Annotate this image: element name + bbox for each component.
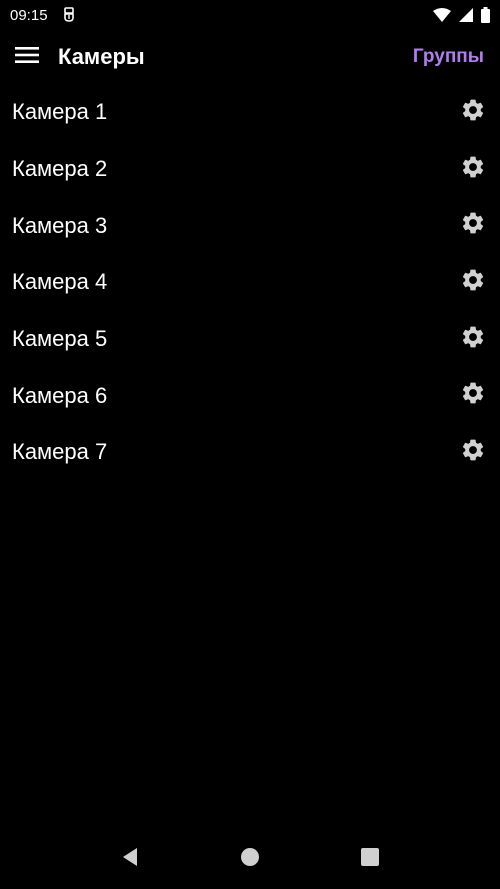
camera-settings-button[interactable] (460, 156, 486, 182)
camera-item[interactable]: Камера 4 (0, 254, 500, 311)
camera-item[interactable]: Камера 1 (0, 84, 500, 141)
camera-item[interactable]: Камера 7 (0, 424, 500, 481)
camera-label: Камера 1 (12, 99, 108, 125)
gear-icon (460, 154, 486, 185)
recents-icon (361, 847, 379, 871)
camera-settings-button[interactable] (460, 269, 486, 295)
status-time: 09:15 (10, 6, 48, 24)
wifi-icon (433, 8, 451, 22)
recents-button[interactable] (350, 839, 390, 879)
camera-label: Камера 7 (12, 439, 108, 465)
status-bar: 09:15 (0, 0, 500, 30)
page-title: Камеры (58, 44, 145, 69)
usb-debug-icon (62, 7, 76, 23)
camera-settings-button[interactable] (460, 380, 486, 411)
camera-settings-button[interactable] (460, 99, 486, 125)
hamburger-menu-icon (15, 46, 39, 69)
camera-label: Камера 6 (12, 382, 108, 408)
navigation-bar (0, 829, 500, 889)
gear-icon (460, 97, 486, 128)
camera-settings-button[interactable] (460, 326, 486, 352)
gear-icon (460, 437, 486, 468)
gear-icon (460, 324, 486, 355)
status-left: 09:15 (10, 7, 76, 24)
camera-item[interactable]: Камера 3 (0, 197, 500, 254)
camera-list: Камера 1 Камера 2 Камера 3 Камера 4 Камера 5… (0, 84, 500, 481)
camera-label: Камера 4 (12, 269, 108, 295)
battery-icon (481, 7, 490, 23)
back-button[interactable] (110, 839, 150, 879)
home-icon (241, 847, 259, 871)
gear-icon (460, 380, 486, 411)
back-icon (121, 847, 139, 872)
app-bar: Камеры Группы (0, 30, 500, 84)
groups-button[interactable]: Группы (411, 42, 486, 72)
status-right (433, 7, 490, 23)
camera-settings-button[interactable] (460, 210, 486, 241)
camera-item[interactable]: Камера 6 (0, 367, 500, 424)
camera-settings-button[interactable] (460, 439, 486, 465)
signal-icon (459, 8, 473, 22)
camera-label: Камера 2 (12, 156, 108, 182)
menu-button[interactable] (14, 44, 40, 70)
camera-label: Камера 5 (12, 326, 108, 352)
gear-icon (460, 267, 486, 298)
gear-icon (460, 210, 486, 241)
camera-label: Камера 3 (12, 212, 108, 238)
camera-item[interactable]: Камера 2 (0, 141, 500, 198)
home-button[interactable] (230, 839, 270, 879)
camera-item[interactable]: Камера 5 (0, 311, 500, 368)
